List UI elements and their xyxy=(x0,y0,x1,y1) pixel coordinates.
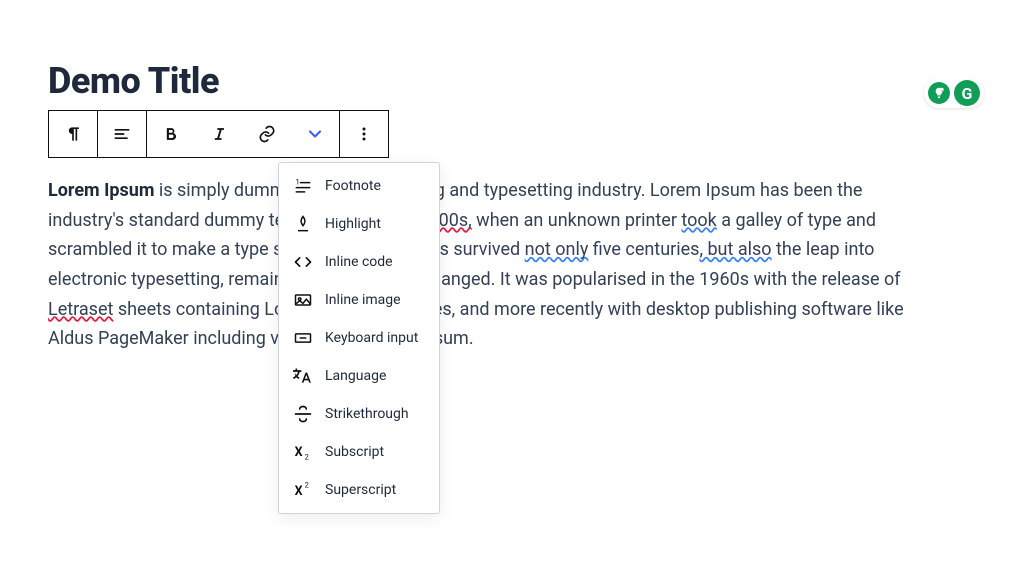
menu-item-inline-code[interactable]: Inline code xyxy=(279,243,439,281)
menu-item-subscript[interactable]: X2 Subscript xyxy=(279,433,439,471)
strikethrough-icon xyxy=(293,404,313,424)
menu-item-strikethrough[interactable]: Strikethrough xyxy=(279,395,439,433)
menu-item-footnote[interactable]: 1 Footnote xyxy=(279,167,439,205)
menu-item-keyboard[interactable]: Keyboard input xyxy=(279,319,439,357)
menu-item-highlight[interactable]: Highlight xyxy=(279,205,439,243)
menu-item-label: Superscript xyxy=(325,482,396,498)
subscript-icon: X2 xyxy=(293,442,313,462)
more-format-button[interactable] xyxy=(291,111,339,157)
chevron-down-icon xyxy=(305,124,325,144)
menu-item-label: Highlight xyxy=(325,216,381,232)
italic-icon xyxy=(209,124,229,144)
page-title[interactable]: Demo Title xyxy=(48,60,976,102)
menu-item-label: Language xyxy=(325,368,386,384)
svg-text:X: X xyxy=(295,484,303,499)
body-text: when an unknown printer xyxy=(472,210,682,231)
svg-text:X: X xyxy=(295,445,303,460)
grammar-hint[interactable]: , but also xyxy=(699,239,771,260)
grammar-hint[interactable]: not only xyxy=(525,239,589,260)
image-icon xyxy=(293,290,313,310)
lead-text: Lorem Ipsum xyxy=(48,180,154,201)
menu-item-label: Subscript xyxy=(325,444,384,460)
menu-item-label: Strikethrough xyxy=(325,406,409,422)
more-vertical-icon xyxy=(354,124,374,144)
italic-button[interactable] xyxy=(195,111,243,157)
menu-item-label: Footnote xyxy=(325,178,381,194)
superscript-icon: X2 xyxy=(293,480,313,500)
svg-text:2: 2 xyxy=(305,481,309,490)
paragraph-content[interactable]: Lorem Ipsum is simply dummy text of the … xyxy=(48,176,938,354)
block-toolbar xyxy=(48,110,389,158)
link-button[interactable] xyxy=(243,111,291,157)
paragraph-type-button[interactable] xyxy=(49,111,97,157)
menu-item-label: Keyboard input xyxy=(325,330,418,346)
link-icon xyxy=(257,124,277,144)
menu-item-label: Inline image xyxy=(325,292,401,308)
format-dropdown-menu: 1 Footnote Highlight Inline code Inline … xyxy=(278,162,440,514)
bold-icon xyxy=(161,124,181,144)
body-text: sheets containing Lorem Ipsum passages, … xyxy=(48,299,904,350)
highlight-icon xyxy=(293,214,313,234)
pilcrow-icon xyxy=(63,124,83,144)
align-button[interactable] xyxy=(98,111,146,157)
svg-text:2: 2 xyxy=(305,453,309,462)
grammarly-badge-icon: G xyxy=(954,80,980,106)
grammarly-widget[interactable]: + G xyxy=(924,78,984,108)
overflow-button[interactable] xyxy=(340,111,388,157)
language-icon xyxy=(293,366,313,386)
menu-item-inline-image[interactable]: Inline image xyxy=(279,281,439,319)
grammar-hint[interactable]: took xyxy=(681,210,716,231)
footnote-icon: 1 xyxy=(293,176,313,196)
menu-item-superscript[interactable]: X2 Superscript xyxy=(279,471,439,509)
grammarly-bulb-icon: + xyxy=(928,82,950,104)
code-icon xyxy=(293,252,313,272)
body-text: five centuries xyxy=(588,239,699,260)
spell-error[interactable]: Letraset xyxy=(48,299,113,320)
bold-button[interactable] xyxy=(147,111,195,157)
menu-item-label: Inline code xyxy=(325,254,393,270)
menu-item-language[interactable]: Language xyxy=(279,357,439,395)
svg-text:1: 1 xyxy=(296,177,300,186)
align-left-icon xyxy=(112,124,132,144)
keyboard-icon xyxy=(293,328,313,348)
